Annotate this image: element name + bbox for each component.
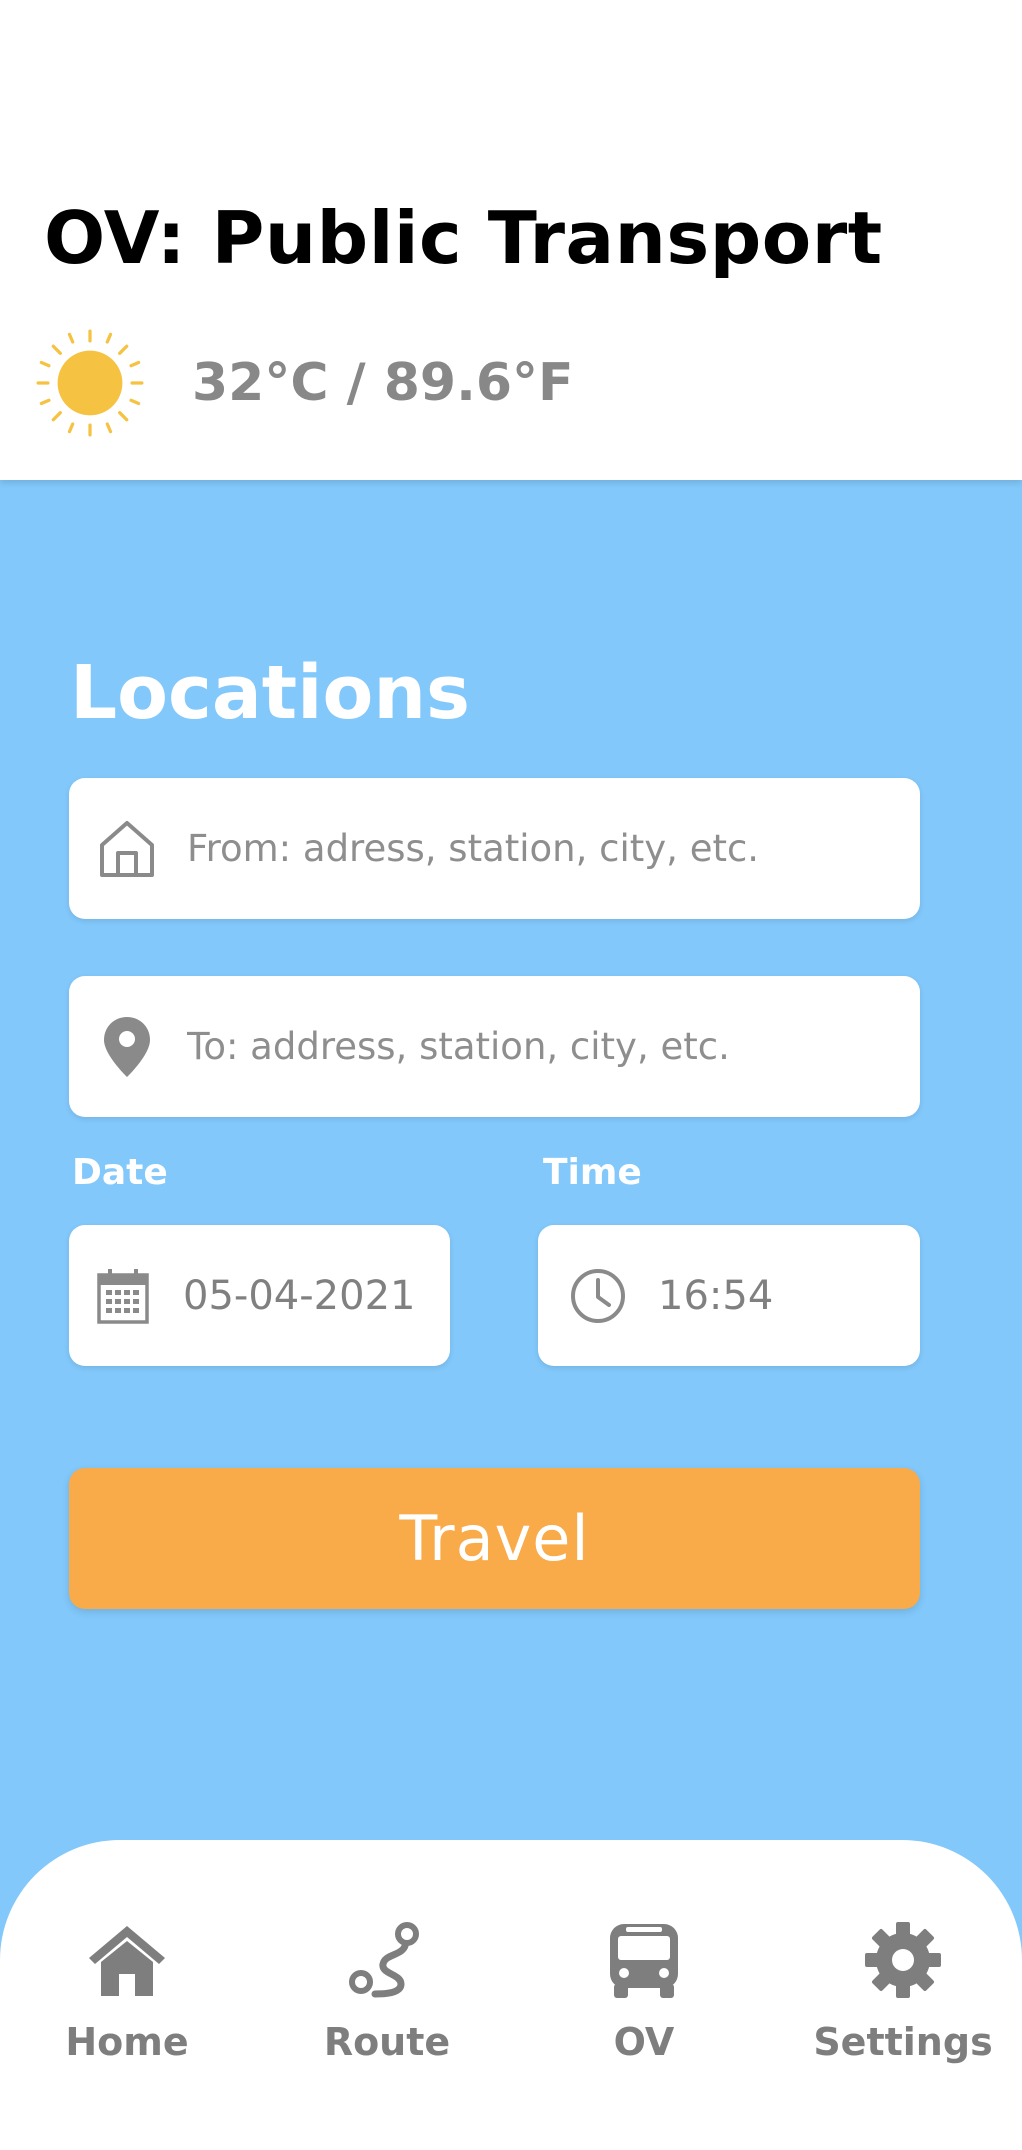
- nav-item-settings[interactable]: Settings: [803, 1918, 1003, 2064]
- section-title: Locations: [70, 650, 471, 736]
- to-field[interactable]: [69, 976, 920, 1117]
- route-icon: [349, 1922, 419, 1998]
- home-icon: [89, 1926, 165, 1996]
- bus-icon: [610, 1924, 678, 1998]
- nav-label-home: Home: [65, 2020, 189, 2064]
- from-input[interactable]: [187, 827, 920, 870]
- time-input[interactable]: [658, 1272, 920, 1319]
- clock-icon: [566, 1264, 630, 1328]
- date-label: Date: [72, 1152, 168, 1193]
- nav-item-home[interactable]: Home: [27, 1918, 227, 2064]
- nav-label-settings: Settings: [813, 2020, 993, 2064]
- page-title: OV: Public Transport: [44, 196, 883, 280]
- home-icon: [95, 817, 159, 881]
- weather-widget: 32°C / 89.6°F: [36, 328, 574, 438]
- calendar-icon: [91, 1264, 155, 1328]
- to-input[interactable]: [187, 1025, 920, 1068]
- travel-button[interactable]: Travel: [69, 1468, 920, 1609]
- sun-icon: [36, 329, 144, 437]
- nav-label-ov: OV: [613, 2020, 675, 2064]
- temperature-text: 32°C / 89.6°F: [192, 353, 574, 413]
- date-input[interactable]: [183, 1272, 450, 1319]
- nav-item-route[interactable]: Route: [287, 1918, 487, 2064]
- time-label: Time: [543, 1152, 642, 1193]
- gear-icon: [865, 1922, 941, 1998]
- header: OV: Public Transport 32°C / 89.6°F: [0, 0, 1022, 480]
- time-field[interactable]: [538, 1225, 920, 1366]
- bottom-nav: Home Route OV Settings: [0, 1840, 1022, 2150]
- nav-label-route: Route: [323, 2020, 451, 2064]
- date-field[interactable]: [69, 1225, 450, 1366]
- from-field[interactable]: [69, 778, 920, 919]
- nav-item-ov[interactable]: OV: [544, 1918, 744, 2064]
- map-pin-icon: [95, 1015, 159, 1079]
